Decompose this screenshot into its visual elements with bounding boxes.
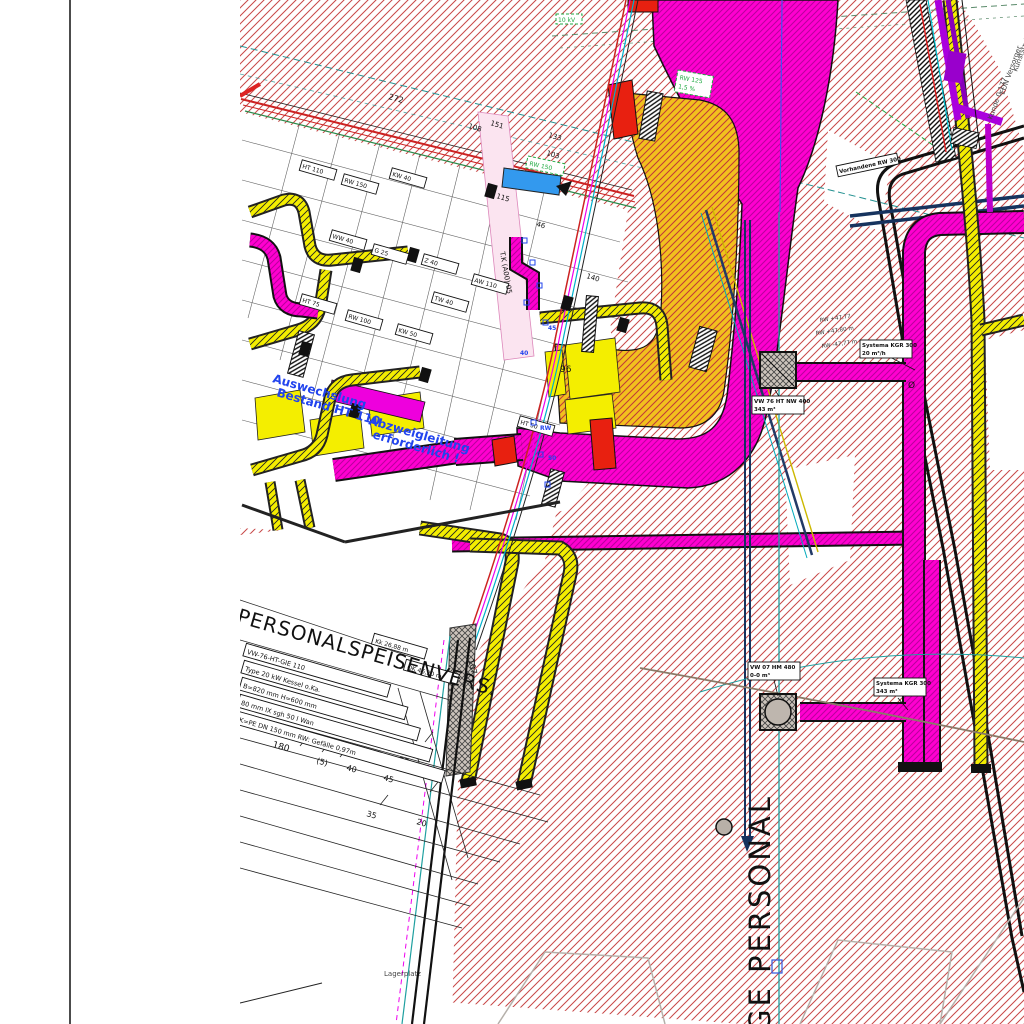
svg-text:50: 50 — [548, 455, 556, 462]
diameter-symbol: Ø — [908, 380, 915, 391]
label-vw76: VW 76 HT NW 400343 m³ — [752, 396, 810, 414]
label-systema-2: Systema KGR 300343 m³ — [874, 678, 931, 696]
svg-text:10 kV: 10 kV — [558, 17, 576, 24]
svg-text:343 m³: 343 m³ — [754, 406, 776, 413]
svg-text:40: 40 — [520, 350, 528, 357]
shaft-1 — [760, 352, 796, 388]
shaft-2 — [760, 694, 796, 730]
svg-text:0-0 m³: 0-0 m³ — [750, 672, 771, 679]
svg-text:45: 45 — [548, 325, 556, 332]
street-name-label: GE PERSONAL — [743, 794, 777, 1024]
svg-text:343 m³: 343 m³ — [876, 688, 898, 695]
label-systema-1: Systema KGR 30020 m³/h — [860, 340, 917, 358]
lagerplatz-label: Lagerplatz — [384, 970, 421, 978]
svg-text:Systema KGR 300: Systema KGR 300 — [862, 343, 917, 349]
svg-text:VW 76 HT NW 400: VW 76 HT NW 400 — [754, 399, 810, 405]
svg-text:Systema KGR 300: Systema KGR 300 — [876, 681, 931, 687]
red-block-small — [492, 436, 517, 466]
svg-text:RW: RW — [540, 425, 552, 432]
survey-point-circle — [716, 819, 732, 835]
utility-site-plan: HT 110 RW 150 KW 40 WW 40 G 25 Z 40 HT 7… — [0, 0, 1024, 1024]
drawing-area: HT 110 RW 150 KW 40 WW 40 G 25 Z 40 HT 7… — [235, 0, 1024, 1024]
red-block-mid — [590, 418, 616, 470]
svg-text:96: 96 — [560, 365, 572, 375]
svg-text:VW 07 HM 480: VW 07 HM 480 — [750, 665, 795, 671]
label-vw07: VW 07 HM 4800-0 m³ — [748, 662, 800, 680]
svg-text:20 m³/h: 20 m³/h — [862, 350, 886, 357]
